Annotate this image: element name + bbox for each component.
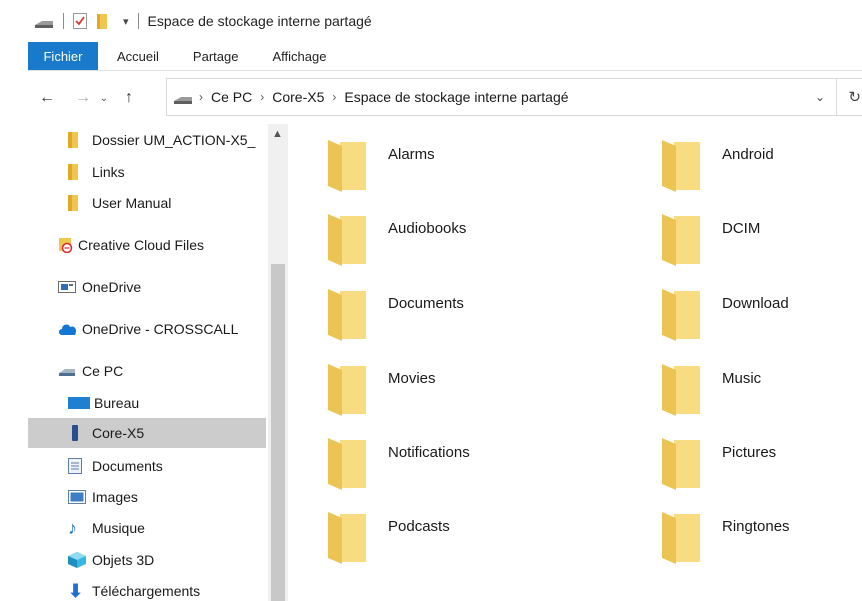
folder-icon bbox=[662, 214, 702, 266]
folder-item[interactable]: Movies bbox=[328, 364, 436, 416]
folder-item[interactable]: Music bbox=[662, 364, 761, 416]
folder-item[interactable]: Android bbox=[662, 140, 774, 192]
documents-icon bbox=[68, 458, 88, 474]
nav-item-onedrive-crosscall[interactable]: OneDrive - CROSSCALL bbox=[58, 315, 238, 343]
scroll-up-icon[interactable]: ▲ bbox=[272, 128, 283, 140]
nav-pane-scrollbar[interactable]: ▲ bbox=[268, 124, 288, 601]
folder-item[interactable]: Download bbox=[662, 289, 789, 341]
folder-icon bbox=[662, 289, 702, 341]
downloads-icon: ⬇ bbox=[68, 580, 84, 601]
breadcrumb-separator-icon: › bbox=[260, 90, 265, 104]
folder-item[interactable]: Pictures bbox=[662, 438, 776, 490]
chevron-down-icon: ⌄ bbox=[99, 92, 109, 104]
new-folder-icon[interactable] bbox=[97, 13, 111, 29]
folder-item[interactable]: Ringtones bbox=[662, 512, 790, 564]
nav-item-onedrive[interactable]: OneDrive bbox=[58, 273, 141, 301]
nav-item-images[interactable]: Images bbox=[68, 483, 138, 511]
recent-locations-button[interactable]: ⌄ bbox=[96, 85, 112, 111]
nav-item-telechargements[interactable]: ⬇ Téléchargements bbox=[68, 577, 200, 601]
breadcrumb-separator-icon: › bbox=[199, 90, 203, 104]
drive-icon bbox=[173, 92, 193, 104]
arrow-up-icon: ↑ bbox=[125, 89, 133, 106]
address-history-chevron-icon[interactable]: ⌄ bbox=[815, 90, 825, 104]
nav-item-documents[interactable]: Documents bbox=[68, 452, 163, 480]
folder-item[interactable]: Documents bbox=[328, 289, 464, 341]
nav-item-creative-cloud[interactable]: Creative Cloud Files bbox=[58, 231, 204, 259]
folder-icon bbox=[328, 364, 368, 416]
quick-access-toolbar: ▾ bbox=[34, 13, 148, 29]
cloud-icon bbox=[58, 323, 78, 335]
breadcrumb-core-x5[interactable]: Core-X5 bbox=[272, 89, 324, 105]
title-bar: ▾ Espace de stockage interne partagé bbox=[0, 0, 862, 42]
music-icon: ♪ bbox=[68, 517, 77, 538]
navigation-bar: ← → ⌄ ↑ › Ce PC › Core-X5 › Espace de st… bbox=[28, 78, 862, 118]
folder-item[interactable]: Audiobooks bbox=[328, 214, 466, 266]
refresh-icon[interactable]: ↻ bbox=[848, 88, 861, 106]
folder-icon bbox=[328, 140, 368, 192]
scrollbar-thumb[interactable] bbox=[271, 264, 285, 601]
nav-item-ce-pc[interactable]: Ce PC bbox=[58, 357, 123, 385]
folder-icon bbox=[662, 512, 702, 564]
navigation-pane: Dossier UM_ACTION-X5_ Links User Manual … bbox=[28, 124, 288, 601]
ribbon-tabs: Fichier Accueil Partage Affichage bbox=[28, 42, 862, 70]
desktop-icon bbox=[68, 396, 92, 410]
folder-icon bbox=[68, 132, 88, 148]
folder-item[interactable]: Notifications bbox=[328, 438, 470, 490]
window-title: Espace de stockage interne partagé bbox=[147, 13, 372, 29]
customize-toolbar-icon[interactable]: ▾ bbox=[123, 15, 129, 28]
address-bar[interactable]: › Ce PC › Core-X5 › Espace de stockage i… bbox=[166, 78, 862, 116]
nav-item-user-manual[interactable]: User Manual bbox=[68, 189, 171, 217]
folder-icon bbox=[662, 364, 702, 416]
tab-affichage[interactable]: Affichage bbox=[255, 42, 343, 70]
arrow-left-icon: ← bbox=[39, 89, 55, 106]
phone-icon bbox=[72, 425, 88, 441]
creative-cloud-icon bbox=[58, 237, 76, 253]
breadcrumb-ce-pc[interactable]: Ce PC bbox=[211, 89, 252, 105]
folder-icon bbox=[68, 195, 88, 211]
folder-icon bbox=[662, 438, 702, 490]
forward-button[interactable]: → bbox=[70, 85, 96, 111]
nav-item-bureau[interactable]: Bureau bbox=[68, 389, 139, 417]
folder-icon bbox=[68, 164, 88, 180]
folder-item[interactable]: Alarms bbox=[328, 140, 435, 192]
nav-item-links[interactable]: Links bbox=[68, 158, 125, 186]
nav-item-dossier-um[interactable]: Dossier UM_ACTION-X5_ bbox=[68, 126, 288, 154]
images-icon bbox=[68, 490, 88, 504]
onedrive-icon bbox=[58, 281, 78, 293]
nav-item-musique[interactable]: ♪ Musique bbox=[68, 514, 145, 542]
folder-content-area: Alarms Audiobooks Documents Movies Notif… bbox=[290, 124, 862, 601]
tab-partage[interactable]: Partage bbox=[176, 42, 256, 70]
folder-item[interactable]: Podcasts bbox=[328, 512, 450, 564]
up-button[interactable]: ↑ bbox=[116, 85, 142, 111]
tab-fichier[interactable]: Fichier bbox=[28, 42, 98, 70]
breadcrumb-separator-icon: › bbox=[332, 90, 337, 104]
objects-3d-icon bbox=[68, 552, 88, 568]
back-button[interactable]: ← bbox=[34, 85, 60, 111]
nav-item-objets-3d[interactable]: Objets 3D bbox=[68, 546, 154, 574]
folder-item[interactable]: DCIM bbox=[662, 214, 760, 266]
computer-icon bbox=[58, 364, 78, 378]
folder-icon bbox=[328, 214, 368, 266]
tab-accueil[interactable]: Accueil bbox=[98, 42, 176, 70]
drive-icon[interactable] bbox=[34, 16, 54, 28]
folder-icon bbox=[328, 512, 368, 564]
breadcrumb-current[interactable]: Espace de stockage interne partagé bbox=[344, 89, 568, 105]
properties-icon[interactable] bbox=[73, 13, 87, 29]
arrow-right-icon: → bbox=[75, 89, 91, 106]
ribbon-divider bbox=[28, 70, 862, 71]
folder-icon bbox=[328, 289, 368, 341]
folder-icon bbox=[328, 438, 368, 490]
nav-item-core-x5[interactable]: Core-X5 bbox=[28, 418, 266, 448]
folder-icon bbox=[662, 140, 702, 192]
